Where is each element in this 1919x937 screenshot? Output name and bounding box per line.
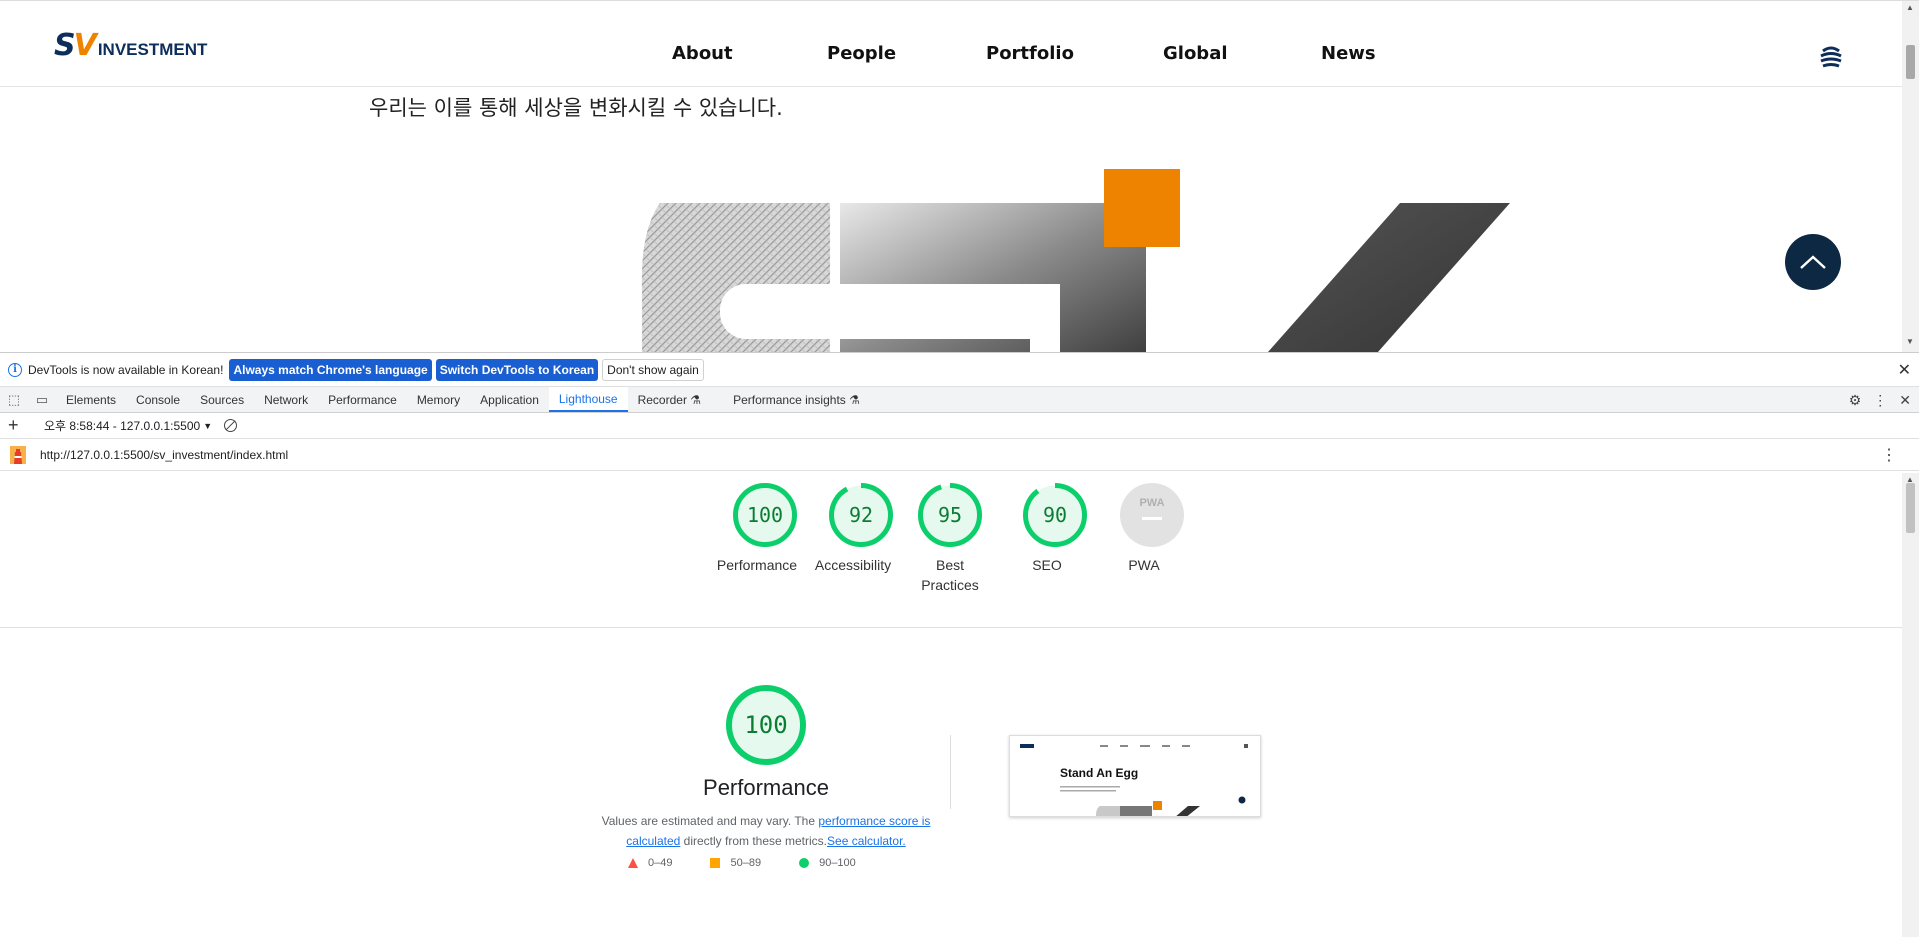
dont-show-again-button[interactable]: Don't show again (602, 358, 704, 381)
legend-average-label: 50–89 (730, 857, 762, 869)
info-icon: i (8, 362, 22, 377)
pwa-badge-text: PWA (1139, 497, 1164, 509)
lighthouse-logo-icon (10, 445, 26, 464)
tab-performance-insights[interactable]: Performance insights ⚗ (723, 387, 870, 412)
nav-portfolio[interactable]: Portfolio (986, 43, 1074, 64)
inspect-element-icon[interactable]: ⬚ (0, 387, 28, 412)
tab-memory[interactable]: Memory (407, 387, 470, 412)
gauge-score: 95 (937, 503, 963, 527)
switch-language-button[interactable]: Switch DevTools to Korean (435, 358, 599, 381)
tab-recorder[interactable]: Recorder ⚗ (628, 387, 711, 412)
report-scroll-thumb[interactable] (1906, 483, 1915, 533)
performance-description: Values are estimated and may vary. The p… (598, 811, 934, 851)
legend-pass-label: 90–100 (819, 857, 856, 869)
chevron-up-icon (1800, 255, 1826, 269)
legend-fail-label: 0–49 (648, 857, 673, 869)
more-options-icon[interactable]: ⋮ (1873, 392, 1887, 409)
lighthouse-report: 100 Performance 92 Accessibility 95 Best… (0, 473, 1902, 937)
square-icon (710, 858, 721, 868)
flask-icon: ⚗ (849, 392, 860, 407)
gauge-performance[interactable]: 100 Performance (717, 483, 805, 575)
report-url: http://127.0.0.1:5500/sv_investment/inde… (40, 447, 289, 462)
gauge-score: 92 (848, 503, 874, 527)
performance-detail-score: 100 (744, 711, 788, 739)
tab-performance[interactable]: Performance (318, 387, 407, 412)
flask-icon: ⚗ (690, 392, 702, 407)
scroll-to-top-button[interactable] (1785, 234, 1841, 290)
close-devtools-icon[interactable]: ✕ (1899, 392, 1911, 409)
gauge-label: Best Practices (921, 557, 979, 593)
hero-line-2: 우리는 이를 통해 세상을 변화시킬 수 있습니다. (369, 96, 783, 120)
gauge-score: 100 (746, 503, 784, 527)
triangle-icon (628, 858, 638, 868)
page-scrollbar[interactable]: ▲ ▼ (1902, 1, 1919, 352)
page-viewport: SV INVESTMENT About People Portfolio Glo… (0, 0, 1919, 352)
vertical-divider (950, 735, 951, 809)
scroll-up-arrow-icon[interactable]: ▲ (1906, 3, 1914, 12)
tab-console[interactable]: Console (126, 387, 190, 412)
scroll-down-arrow-icon[interactable]: ▼ (1906, 337, 1914, 346)
report-select[interactable]: 오후 8:58:44 - 127.0.0.1:5500 ▼ (44, 417, 212, 434)
close-icon[interactable]: ✕ (1898, 360, 1911, 380)
gauge-score: 90 (1042, 503, 1068, 527)
settings-gear-icon[interactable]: ⚙ (1849, 392, 1862, 409)
summary-divider (0, 627, 1902, 628)
gauge-label: SEO (1032, 557, 1062, 573)
gauge-best-practices[interactable]: 95 Best Practices (918, 483, 982, 595)
legend-average: 50–89 (710, 857, 761, 869)
score-legend: 0–49 50–89 90–100 (628, 857, 894, 869)
caret-down-icon: ▼ (203, 420, 213, 431)
match-language-button[interactable]: Always match Chrome's language (229, 358, 432, 381)
devtools-panel: i DevTools is now available in Korean! A… (0, 352, 1919, 937)
nav-people[interactable]: People (827, 43, 896, 64)
site-header: SV INVESTMENT About People Portfolio Glo… (0, 5, 1902, 87)
see-calculator-link[interactable]: See calculator. (827, 834, 906, 848)
gauge-seo[interactable]: 90 SEO (1015, 483, 1095, 575)
devtools-infobar: i DevTools is now available in Korean! A… (0, 353, 1919, 387)
desc-text: Values are estimated and may vary. The (601, 814, 819, 828)
clear-report-icon[interactable] (224, 419, 238, 432)
report-scrollbar[interactable]: ▲ (1902, 473, 1919, 937)
device-toolbar-icon[interactable]: ▭ (28, 387, 56, 412)
tab-application[interactable]: Application (470, 387, 549, 412)
gauge-label: Performance (716, 557, 798, 573)
lighthouse-toolbar: + 오후 8:58:44 - 127.0.0.1:5500 ▼ (0, 413, 1919, 439)
page-scroll-thumb[interactable] (1906, 45, 1915, 79)
infobar-message: DevTools is now available in Korean! (28, 362, 224, 377)
report-select-value: 오후 8:58:44 - 127.0.0.1:5500 (44, 419, 201, 433)
tab-performance-insights-label: Performance insights (733, 392, 846, 407)
gauge-accessibility[interactable]: 92 Accessibility (815, 483, 901, 575)
report-url-bar: http://127.0.0.1:5500/sv_investment/inde… (0, 439, 1919, 471)
nav-global[interactable]: Global (1163, 43, 1228, 64)
hero-logo-artwork (641, 169, 1510, 352)
final-screenshot-thumbnail[interactable]: Stand An Egg (1009, 735, 1261, 817)
gauge-label: Accessibility (814, 557, 892, 573)
globe-menu-icon[interactable] (1819, 43, 1843, 71)
nav-news[interactable]: News (1321, 43, 1376, 64)
thumbnail-title: Stand An Egg (1060, 766, 1139, 780)
legend-pass: 90–100 (799, 857, 856, 869)
devtools-actions: ⚙ ⋮ ✕ (1849, 387, 1911, 413)
devtools-tabbar: ⬚ ▭ Elements Console Sources Network Per… (0, 387, 1919, 413)
tab-lighthouse[interactable]: Lighthouse (548, 387, 628, 412)
performance-detail-gauge: 100 (726, 685, 806, 765)
gauge-label: PWA (1128, 557, 1160, 573)
legend-fail: 0–49 (628, 857, 672, 869)
report-menu-icon[interactable]: ⋮ (1881, 445, 1897, 465)
logo-text: INVESTMENT (97, 40, 208, 59)
tab-recorder-label: Recorder (637, 392, 687, 407)
tab-elements[interactable]: Elements (56, 387, 126, 412)
tab-network[interactable]: Network (254, 387, 318, 412)
nav-about[interactable]: About (672, 43, 733, 64)
pwa-badge-icon: PWA (1120, 483, 1184, 547)
new-report-plus-icon[interactable]: + (8, 415, 34, 436)
gauge-pwa[interactable]: PWA PWA (1112, 483, 1192, 575)
tab-sources[interactable]: Sources (190, 387, 254, 412)
desc-text-mid: directly from these metrics. (680, 834, 828, 848)
site-logo[interactable]: SV INVESTMENT (54, 28, 208, 63)
performance-title: Performance (703, 775, 829, 800)
logo-mark: SV (54, 28, 97, 63)
circle-icon (799, 858, 810, 868)
